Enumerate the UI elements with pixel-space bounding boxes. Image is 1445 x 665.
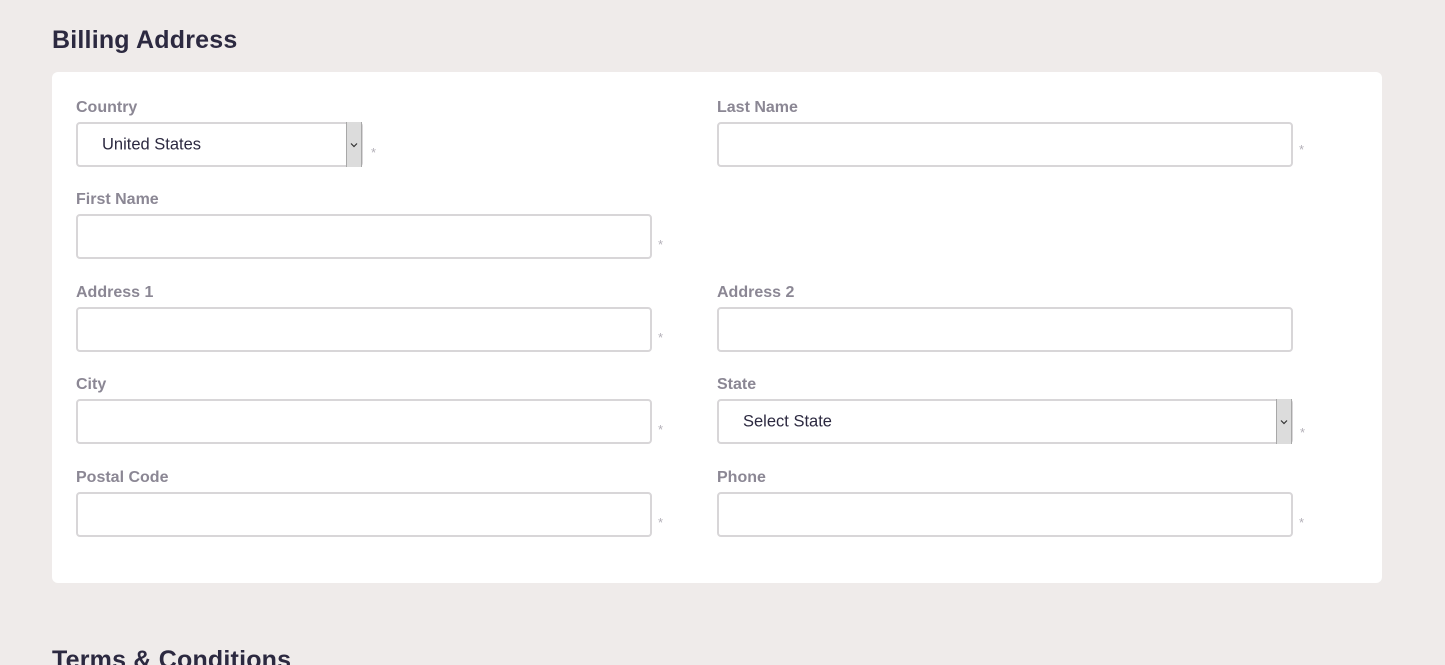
chevron-down-icon[interactable] — [346, 122, 362, 167]
first-name-input[interactable] — [76, 214, 652, 259]
country-label: Country — [76, 99, 138, 116]
state-select[interactable]: Select State — [717, 399, 1293, 444]
postal-code-label: Postal Code — [76, 469, 169, 486]
country-required-mark: * — [371, 145, 377, 160]
phone-input[interactable] — [717, 492, 1293, 537]
last-name-input[interactable] — [717, 122, 1293, 167]
postal-code-input[interactable] — [76, 492, 652, 537]
state-label: State — [717, 376, 757, 393]
city-input[interactable] — [76, 399, 652, 444]
address2-input[interactable] — [717, 307, 1293, 352]
checkout-page: Billing Address Country United States * … — [0, 0, 1445, 665]
country-select[interactable]: United States — [76, 122, 363, 167]
city-required-mark: * — [658, 422, 664, 437]
city-label: City — [76, 376, 107, 393]
billing-address-title: Billing Address — [52, 26, 238, 54]
address1-required-mark: * — [658, 330, 664, 345]
billing-address-card: Country United States * Last Name * Firs… — [52, 72, 1382, 583]
chevron-down-icon[interactable] — [1276, 399, 1292, 444]
address2-label: Address 2 — [717, 284, 795, 301]
phone-label: Phone — [717, 469, 766, 486]
state-required-mark: * — [1300, 425, 1306, 440]
address1-input[interactable] — [76, 307, 652, 352]
first-name-required-mark: * — [658, 237, 664, 252]
last-name-label: Last Name — [717, 99, 798, 116]
phone-required-mark: * — [1299, 515, 1305, 530]
terms-conditions-title: Terms & Conditions — [52, 646, 292, 665]
country-select-value: United States — [102, 135, 202, 153]
last-name-required-mark: * — [1299, 142, 1305, 157]
state-select-value: Select State — [743, 412, 832, 430]
first-name-label: First Name — [76, 191, 159, 208]
postal-code-required-mark: * — [658, 515, 664, 530]
address1-label: Address 1 — [76, 284, 154, 301]
